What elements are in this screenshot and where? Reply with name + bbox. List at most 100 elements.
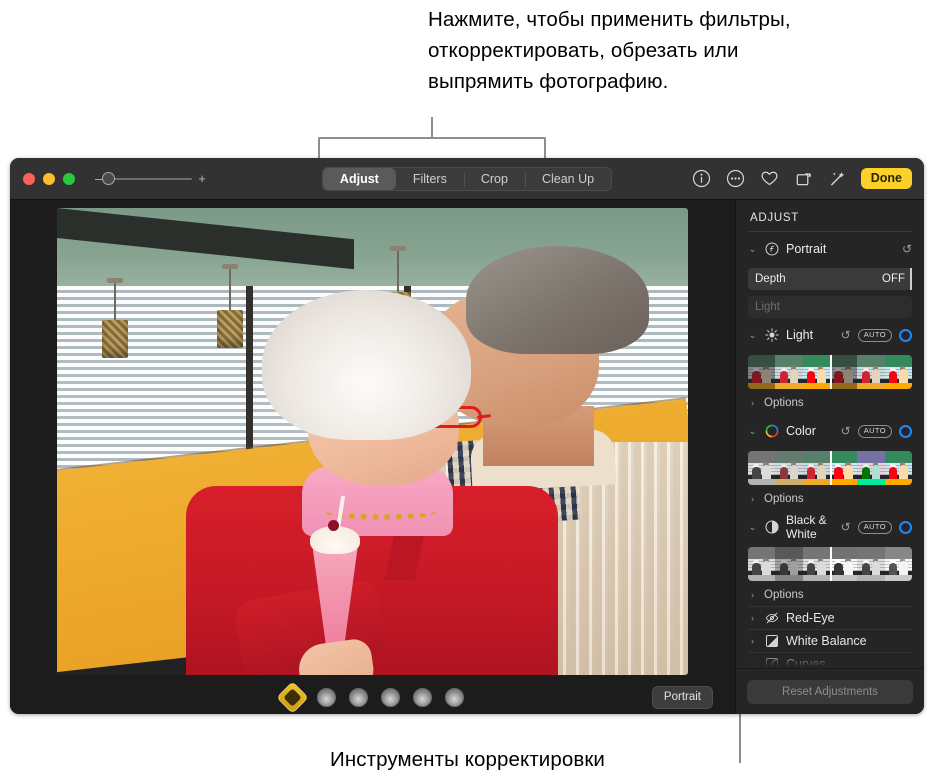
window-traffic-lights[interactable] bbox=[23, 173, 75, 185]
tab-adjust[interactable]: Adjust bbox=[323, 168, 396, 190]
zoom-slider-knob[interactable] bbox=[102, 172, 115, 185]
divider bbox=[748, 231, 912, 232]
strip-playhead[interactable] bbox=[830, 451, 832, 485]
sidebar-item-red-eye[interactable]: › Red-Eye bbox=[748, 606, 912, 629]
options-label: Options bbox=[764, 493, 804, 505]
group-header-portrait[interactable]: ⌄ Portrait ↺ bbox=[748, 236, 912, 262]
photo-preview[interactable] bbox=[57, 208, 688, 675]
sidebar-item-label: Red-Eye bbox=[786, 611, 912, 625]
group-label-light: Light bbox=[786, 328, 834, 342]
callout-top-text: Нажмите, чтобы применить фильтры, откорр… bbox=[428, 4, 828, 97]
callout-top-bracket bbox=[318, 137, 546, 159]
favorite-heart-icon[interactable] bbox=[759, 168, 780, 189]
options-row-color[interactable]: › Options bbox=[748, 488, 912, 510]
info-icon[interactable] bbox=[691, 168, 712, 189]
chevron-right-icon[interactable]: › bbox=[748, 494, 757, 504]
reset-icon[interactable]: ↺ bbox=[841, 424, 851, 438]
maximize-button[interactable] bbox=[63, 173, 75, 185]
done-button[interactable]: Done bbox=[861, 168, 912, 190]
chevron-right-icon[interactable]: › bbox=[748, 636, 757, 646]
slider-depth[interactable]: Depth OFF bbox=[748, 268, 912, 290]
options-label: Options bbox=[764, 397, 804, 409]
callout-top-stem bbox=[431, 117, 433, 139]
photo-canvas-area: Portrait bbox=[10, 200, 735, 714]
close-button[interactable] bbox=[23, 173, 35, 185]
auto-button-light[interactable]: AUTO bbox=[858, 329, 892, 342]
photo-image bbox=[57, 208, 688, 675]
reset-icon[interactable]: ↺ bbox=[902, 242, 912, 256]
zoom-slider-control[interactable]: – + bbox=[95, 172, 206, 185]
group-header-black-and-white[interactable]: ⌄ Black & White ↺ AUTO bbox=[748, 514, 912, 540]
toggle-black-and-white[interactable] bbox=[899, 521, 912, 534]
effect-thumb[interactable] bbox=[381, 688, 400, 707]
aperture-f-icon bbox=[764, 242, 779, 257]
slider-portrait-light[interactable]: Light bbox=[748, 296, 912, 318]
light-adjustment-strip[interactable] bbox=[748, 355, 912, 389]
sun-icon bbox=[764, 328, 779, 343]
callout-bottom-text: Инструменты корректировки bbox=[330, 746, 605, 774]
auto-button-black-and-white[interactable]: AUTO bbox=[858, 521, 892, 534]
effect-thumb[interactable] bbox=[317, 688, 336, 707]
adjust-sidebar-scroll[interactable]: ADJUST ⌄ Portrait ↺ Depth OFF Light bbox=[736, 200, 924, 668]
black-and-white-adjustment-strip[interactable] bbox=[748, 547, 912, 581]
magic-wand-icon[interactable] bbox=[827, 168, 848, 189]
adjust-sidebar: ADJUST ⌄ Portrait ↺ Depth OFF Light bbox=[735, 200, 924, 714]
options-row-black-and-white[interactable]: › Options bbox=[748, 584, 912, 606]
effect-thumb[interactable] bbox=[445, 688, 464, 707]
chevron-right-icon[interactable]: › bbox=[748, 590, 757, 600]
tab-clean-up[interactable]: Clean Up bbox=[525, 168, 611, 190]
minimize-button[interactable] bbox=[43, 173, 55, 185]
eye-slash-icon bbox=[764, 611, 779, 626]
chevron-right-icon[interactable]: › bbox=[748, 659, 757, 668]
toggle-color[interactable] bbox=[899, 425, 912, 438]
color-wheel-icon bbox=[764, 424, 779, 439]
strip-playhead[interactable] bbox=[830, 547, 832, 581]
group-header-color[interactable]: ⌄ Color ↺ AUTO bbox=[748, 418, 912, 444]
edit-mode-segmented-control[interactable]: Adjust Filters Crop Clean Up bbox=[322, 167, 612, 191]
photo-lamp-cap bbox=[390, 246, 406, 251]
white-balance-icon bbox=[764, 634, 779, 649]
slider-depth-label: Depth bbox=[755, 273, 786, 285]
chevron-down-icon[interactable]: ⌄ bbox=[748, 522, 757, 533]
rotate-icon[interactable] bbox=[793, 168, 814, 189]
chevron-right-icon[interactable]: › bbox=[748, 398, 757, 408]
reset-adjustments-button[interactable]: Reset Adjustments bbox=[747, 680, 913, 704]
sidebar-item-white-balance[interactable]: › White Balance bbox=[748, 629, 912, 652]
group-header-light[interactable]: ⌄ Light ↺ AUTO bbox=[748, 322, 912, 348]
adjust-sidebar-footer: Reset Adjustments bbox=[736, 668, 924, 714]
titlebar-right-tools: Done bbox=[691, 168, 912, 190]
chevron-down-icon[interactable]: ⌄ bbox=[748, 330, 757, 341]
zoom-out-icon[interactable]: – bbox=[95, 172, 102, 185]
reset-icon[interactable]: ↺ bbox=[841, 520, 851, 534]
color-adjustment-strip[interactable] bbox=[748, 451, 912, 485]
options-row-light[interactable]: › Options bbox=[748, 392, 912, 414]
adjust-panel-title: ADJUST bbox=[748, 200, 912, 231]
reset-icon[interactable]: ↺ bbox=[841, 328, 851, 342]
effect-thumb[interactable] bbox=[413, 688, 432, 707]
more-options-icon[interactable] bbox=[725, 168, 746, 189]
slider-depth-value: OFF bbox=[882, 273, 905, 285]
sidebar-item-curves[interactable]: › Curves bbox=[748, 652, 912, 668]
half-circle-icon bbox=[764, 520, 779, 535]
effect-thumb[interactable] bbox=[349, 688, 368, 707]
photo-lamp-cap bbox=[107, 278, 123, 283]
effect-thumb-selected[interactable] bbox=[276, 681, 309, 714]
chevron-down-icon[interactable]: ⌄ bbox=[748, 426, 757, 437]
effects-thumbnail-list[interactable] bbox=[281, 686, 464, 709]
strip-playhead[interactable] bbox=[830, 355, 832, 389]
tab-crop[interactable]: Crop bbox=[464, 168, 525, 190]
toggle-light[interactable] bbox=[899, 329, 912, 342]
group-label-portrait: Portrait bbox=[786, 242, 895, 256]
auto-button-color[interactable]: AUTO bbox=[858, 425, 892, 438]
zoom-slider-track[interactable] bbox=[108, 178, 192, 180]
chevron-right-icon[interactable]: › bbox=[748, 613, 757, 623]
zoom-in-icon[interactable]: + bbox=[198, 172, 206, 185]
portrait-badge[interactable]: Portrait bbox=[652, 686, 713, 709]
tab-filters[interactable]: Filters bbox=[396, 168, 464, 190]
chevron-down-icon[interactable]: ⌄ bbox=[748, 244, 757, 255]
window-titlebar: – + Adjust Filters Crop Clean Up bbox=[10, 158, 924, 200]
photos-edit-window: – + Adjust Filters Crop Clean Up bbox=[10, 158, 924, 714]
sidebar-item-label: Curves bbox=[786, 657, 912, 668]
sidebar-item-label: White Balance bbox=[786, 634, 912, 648]
group-label-black-and-white: Black & White bbox=[786, 513, 834, 541]
